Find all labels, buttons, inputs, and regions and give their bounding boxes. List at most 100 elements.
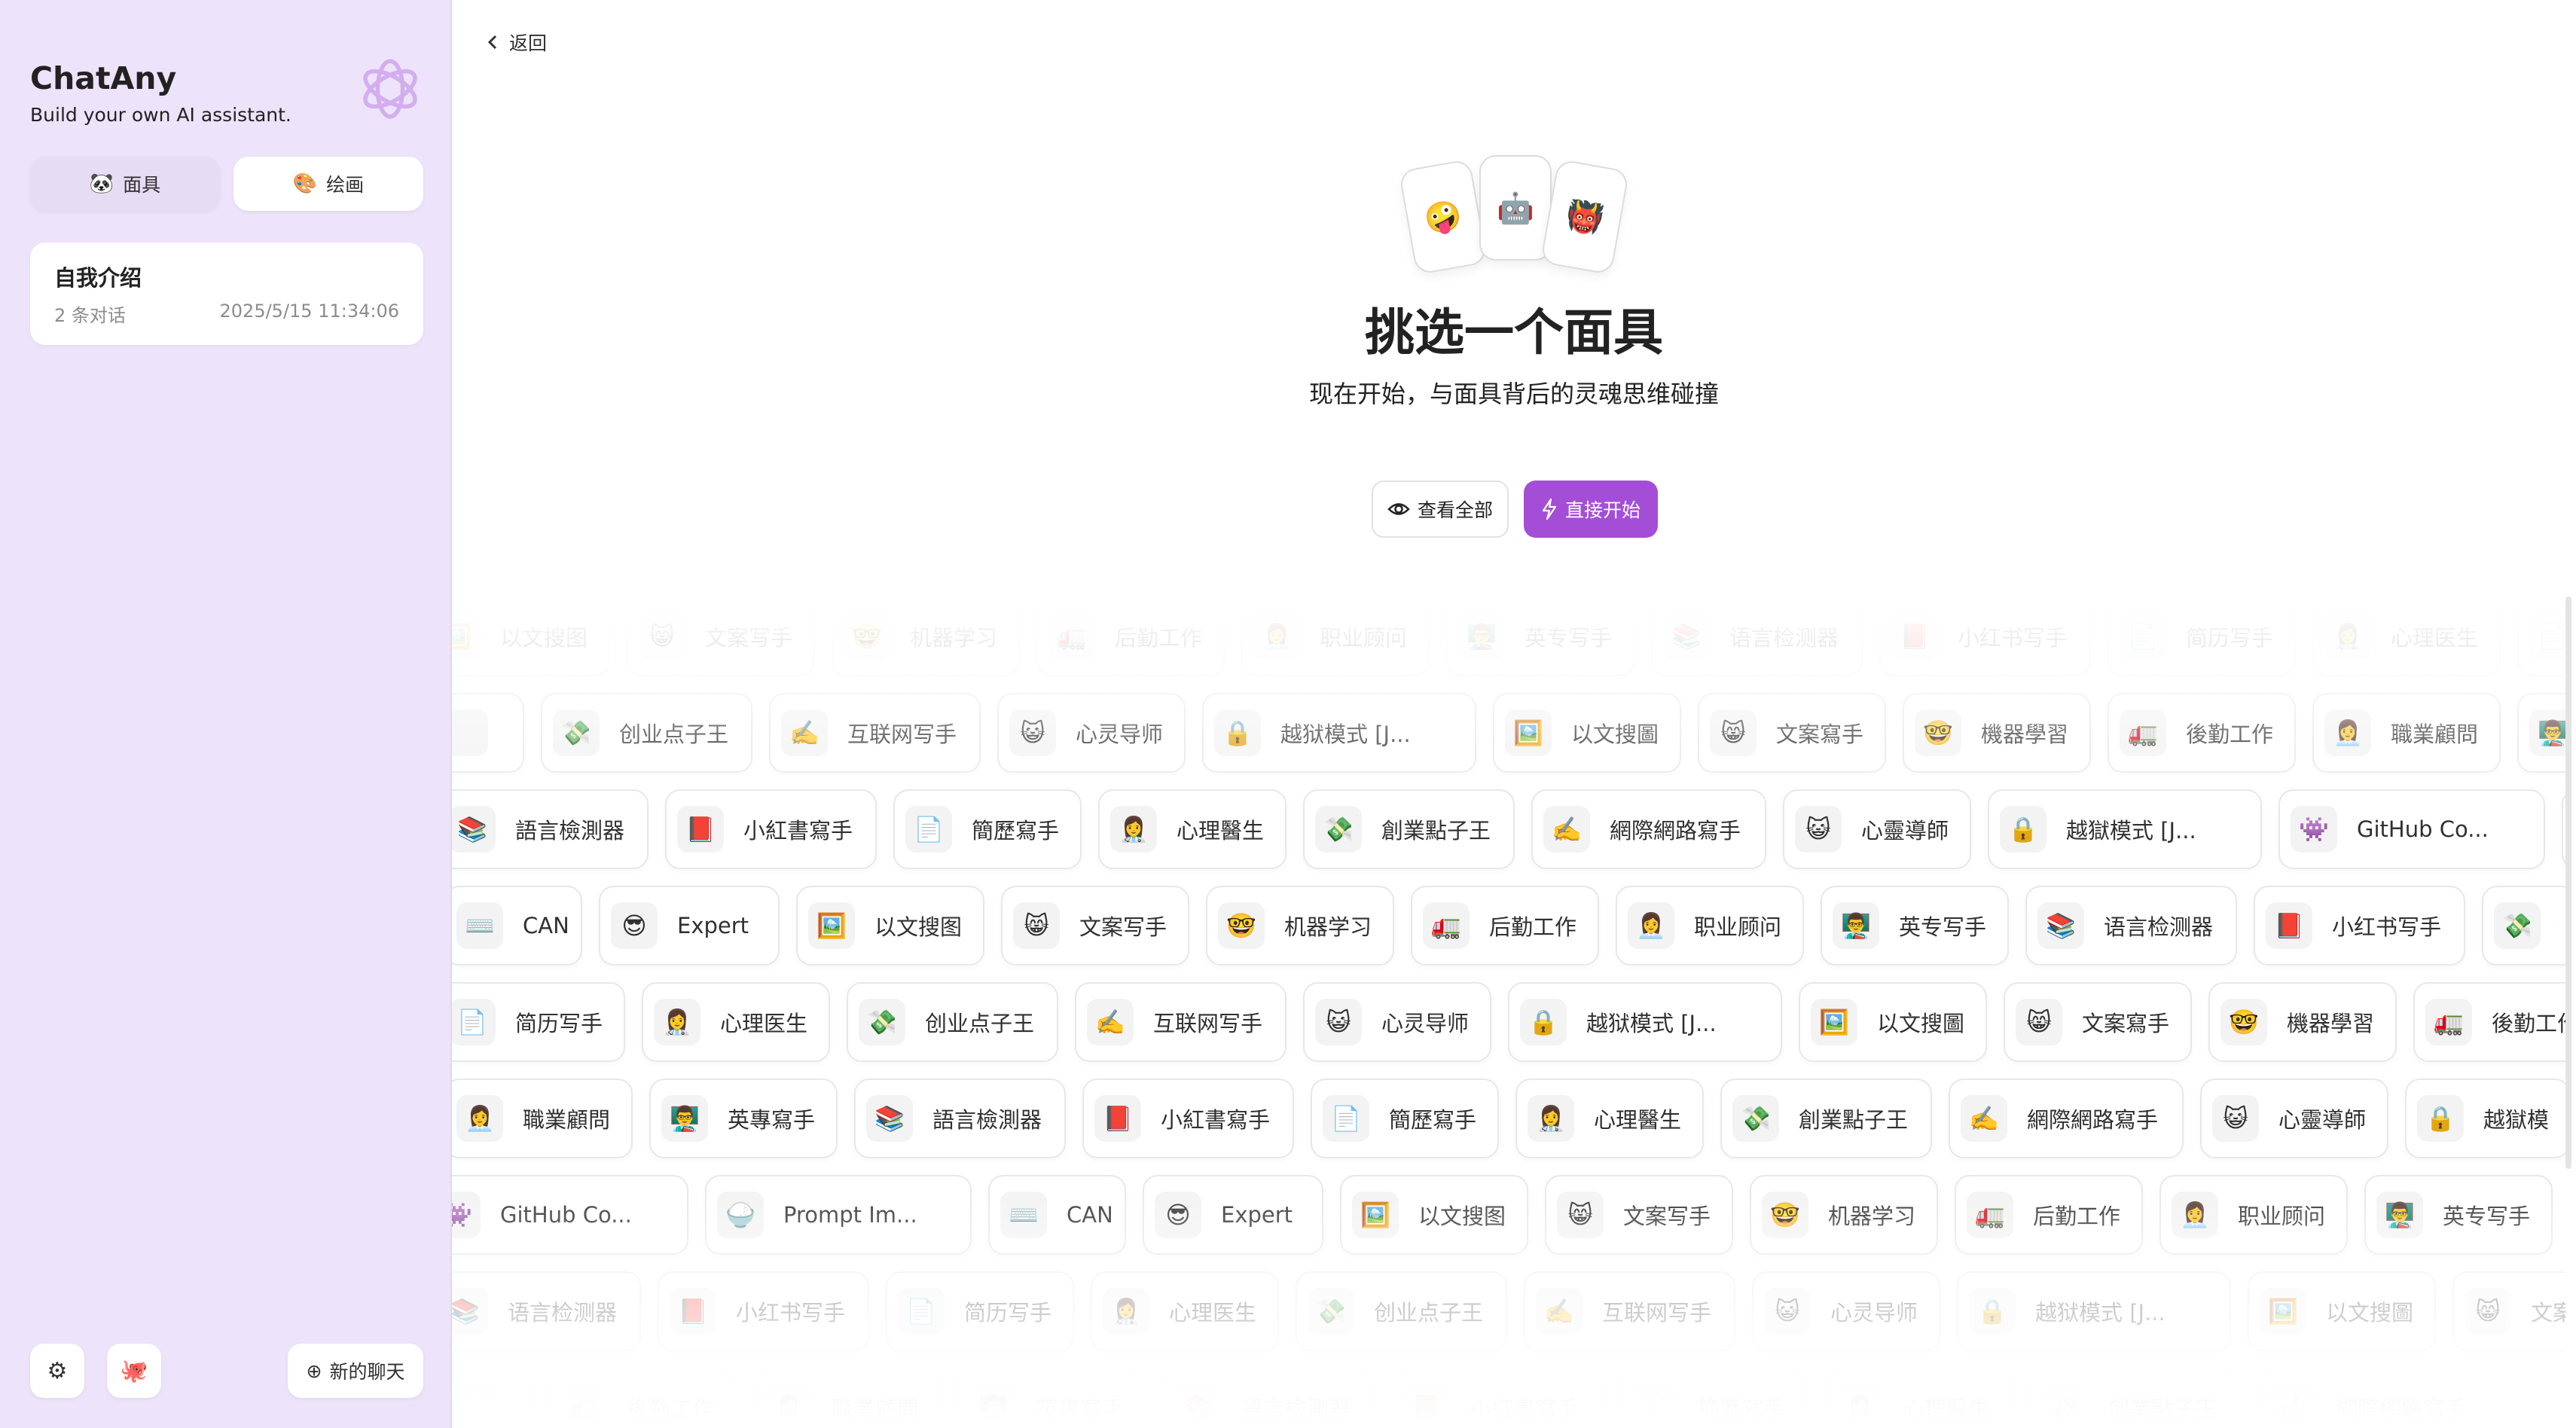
mask-item[interactable]: 💸 创业点子王 — [847, 982, 1058, 1062]
mask-item[interactable]: 📕 小红书写手 — [2254, 886, 2465, 966]
mask-item[interactable]: 📚 语言检测器 — [452, 1271, 641, 1351]
mask-item[interactable]: 📄 简历写手 — [886, 1271, 1074, 1351]
mask-item[interactable]: 📄 简历写手 — [452, 982, 625, 1062]
mask-item[interactable]: 👩‍⚕️ 心理医生 — [642, 982, 830, 1062]
mask-item[interactable]: 😸 文案写手 — [1001, 886, 1189, 966]
mask-item[interactable]: 👩‍⚕️ 心理醫生 — [1515, 1079, 1704, 1158]
mask-item[interactable]: 💸 创业点子王 — [1296, 1271, 1507, 1351]
mask-item[interactable]: 👩‍💼 職業顧問 — [452, 1079, 633, 1158]
mask-item[interactable]: 🖼️ 以文搜图 — [1340, 1175, 1528, 1255]
mask-item[interactable]: 👩‍💼 職業顧問 — [2312, 693, 2501, 773]
mask-item[interactable]: 🤓 机器学习 — [1206, 886, 1394, 966]
mask-item[interactable]: 👩‍💼 职业顾问 — [2159, 1175, 2348, 1255]
mask-item[interactable]: ✍️ 互联网写手 — [1524, 1271, 1735, 1351]
draw-button[interactable]: 🎨 绘画 — [233, 157, 423, 211]
mask-item[interactable]: 👨‍🏫英專 — [2517, 693, 2565, 773]
mask-item[interactable]: 🖼️ 以文搜圖 — [1799, 982, 1987, 1062]
mask-item[interactable]: 🚛 後勤工作 — [2107, 693, 2296, 773]
mask-item[interactable]: ✍️ 網際網路寫手 — [1531, 789, 1766, 869]
mask-item[interactable]: 💸 創業點子王 — [2029, 1368, 2241, 1428]
mask-item[interactable]: 😺 心灵导师 — [997, 693, 1186, 773]
mask-item[interactable]: 👨‍🏫 英专写手 — [2364, 1175, 2553, 1255]
mask-item[interactable]: 🤓 機器學習 — [1903, 693, 2091, 773]
new-chat-button[interactable]: ⊕ 新的聊天 — [288, 1344, 423, 1398]
mask-item[interactable]: 📕 小红书写手 — [1879, 597, 2091, 676]
mask-item[interactable]: 💸 創業點子王 — [1303, 789, 1515, 869]
chat-list-item[interactable]: 自我介绍 2 条对话 2025/5/15 11:34:06 — [30, 243, 423, 345]
mask-item[interactable]: 🍚 Prompt Im... — [705, 1175, 972, 1255]
scrollbar[interactable] — [2565, 597, 2571, 1169]
mask-item[interactable]: 📕 小红书写手 — [658, 1271, 869, 1351]
mask-item[interactable]: 🚛 后勤工作 — [1955, 1175, 2143, 1255]
mask-item[interactable]: 🚛 后勤工作 — [1411, 886, 1599, 966]
mask-item[interactable]: 📚 語言檢測器 — [452, 789, 649, 869]
mask-button[interactable]: 🐼 面具 — [30, 157, 220, 211]
mask-item[interactable]: 👩‍💼 職業顧問 — [753, 1368, 942, 1428]
mask-item[interactable]: 😸 文案写手 — [1545, 1175, 1733, 1255]
mask-item[interactable]: 😸 文案寫手 — [2004, 982, 2192, 1062]
mask-item[interactable]: 📄 簡歷寫手 — [1311, 1079, 1499, 1158]
mask-item[interactable]: 😸 文案写手 — [627, 597, 815, 676]
mask-item[interactable]: 😺 心靈導師 — [1783, 789, 1971, 869]
mask-item[interactable]: 🤓 机器学习 — [1750, 1175, 1938, 1255]
start-button[interactable]: 直接开始 — [1524, 481, 1658, 538]
mask-item[interactable]: 😸 文案寫手 — [1698, 693, 1886, 773]
mask-item[interactable]: 👩‍⚕️ 心理医生 — [1091, 1271, 1279, 1351]
mask-item[interactable]: 📕 小紅書寫手 — [1082, 1079, 1294, 1158]
mask-item[interactable]: 👾 GitHub Co... — [2278, 789, 2545, 869]
mask-item[interactable]: ⌨️ CAN — [988, 1175, 1126, 1255]
mask-item[interactable]: ✍️ 網際網路寫手 — [2257, 1368, 2492, 1428]
github-button[interactable]: 🐙 — [107, 1344, 161, 1398]
mask-item[interactable]: 🚛 後勤工作 — [2413, 982, 2565, 1062]
mask-item[interactable]: 🔒 越獄模 — [2405, 1079, 2565, 1158]
mask-item[interactable]: 📄 — [2517, 597, 2565, 676]
mask-item[interactable]: 📕 小紅書寫手 — [665, 789, 877, 869]
mask-item[interactable]: 🤓 机器学习 — [832, 597, 1020, 676]
mask-item[interactable]: 📚 语言检测器 — [2025, 886, 2237, 966]
mask-item[interactable]: 📄 簡歷寫手 — [893, 789, 1082, 869]
mask-item[interactable]: ✍️ 網際網路寫手 — [1949, 1079, 2184, 1158]
mask-item[interactable]: 😸 文案 — [2452, 1271, 2565, 1351]
mask-item[interactable]: 👾 GitHub Co... — [452, 1175, 688, 1255]
mask-item[interactable]: ⌨️ CAN — [452, 886, 582, 966]
mask-item[interactable]: 👩‍⚕️ 心理醫生 — [1098, 789, 1286, 869]
mask-item[interactable]: 😺 心灵导师 — [1303, 982, 1491, 1062]
mask-item[interactable]: 😎 Expert — [599, 886, 780, 966]
mask-item[interactable]: 📄 简历写手 — [2107, 597, 2296, 676]
settings-button[interactable]: ⚙ — [30, 1344, 84, 1398]
mask-item[interactable]: 🔒 越狱模式 [J... — [1957, 1271, 2231, 1351]
mask-item[interactable]: 🖼️ 以文搜圖 — [2248, 1271, 2436, 1351]
back-button[interactable]: 返回 — [487, 27, 547, 57]
mask-item[interactable]: 🚛 後勤工作 — [548, 1368, 737, 1428]
mask-item[interactable] — [452, 693, 524, 773]
mask-item[interactable]: 📚 語言檢測器 — [854, 1079, 1066, 1158]
mask-item[interactable]: 👩‍💼 职业顾问 — [1241, 597, 1430, 676]
mask-item[interactable]: 🖼️ 以文搜圖 — [1493, 693, 1681, 773]
mask-item[interactable]: 🚛 后勤工作 — [1036, 597, 1225, 676]
mask-item[interactable]: 💸 — [2482, 886, 2565, 966]
mask-item[interactable]: ✍️ 互联网写手 — [1075, 982, 1286, 1062]
view-all-button[interactable]: 查看全部 — [1372, 481, 1509, 538]
mask-item[interactable] — [452, 1368, 532, 1428]
mask-item[interactable]: 🔒 越狱模式 [J... — [1202, 693, 1476, 773]
mask-item[interactable]: 📚 語言檢測器 — [1163, 1368, 1375, 1428]
mask-item[interactable]: 👨‍🏫 英專寫手 — [649, 1079, 838, 1158]
mask-item[interactable]: 😺 心靈導師 — [2200, 1079, 2388, 1158]
mask-item[interactable]: 😺 心灵导师 — [1752, 1271, 1940, 1351]
mask-item[interactable]: 🖼️ 以文搜图 — [796, 886, 984, 966]
mask-item[interactable]: 📕 小紅書寫手 — [1391, 1368, 1603, 1428]
mask-item[interactable]: 📚 语言检测器 — [1651, 597, 1863, 676]
mask-item[interactable]: 👩‍⚕️ 心理醫生 — [1824, 1368, 2013, 1428]
mask-item[interactable]: 👨‍🏫 英专写手 — [1821, 886, 2009, 966]
mask-item[interactable]: 👩‍⚕️ 心理医生 — [2312, 597, 2501, 676]
mask-item[interactable]: 💸 创业点子王 — [541, 693, 752, 773]
mask-item[interactable]: 👨‍🏫 英專寫手 — [958, 1368, 1146, 1428]
mask-item[interactable]: 📄 簡歷寫手 — [1619, 1368, 1808, 1428]
mask-item[interactable]: 🔒 越獄模式 [J... — [1988, 789, 2262, 869]
mask-item[interactable]: 🤓 機器學習 — [2208, 982, 2397, 1062]
mask-item[interactable]: ✍️ 互联网写手 — [769, 693, 981, 773]
mask-item[interactable]: 😎 Expert — [1143, 1175, 1323, 1255]
mask-item[interactable]: 💸 創業點子王 — [1720, 1079, 1932, 1158]
mask-item[interactable]: 👩‍💼 职业顾问 — [1616, 886, 1804, 966]
mask-item[interactable]: 👨‍🏫 英专写手 — [1446, 597, 1634, 676]
